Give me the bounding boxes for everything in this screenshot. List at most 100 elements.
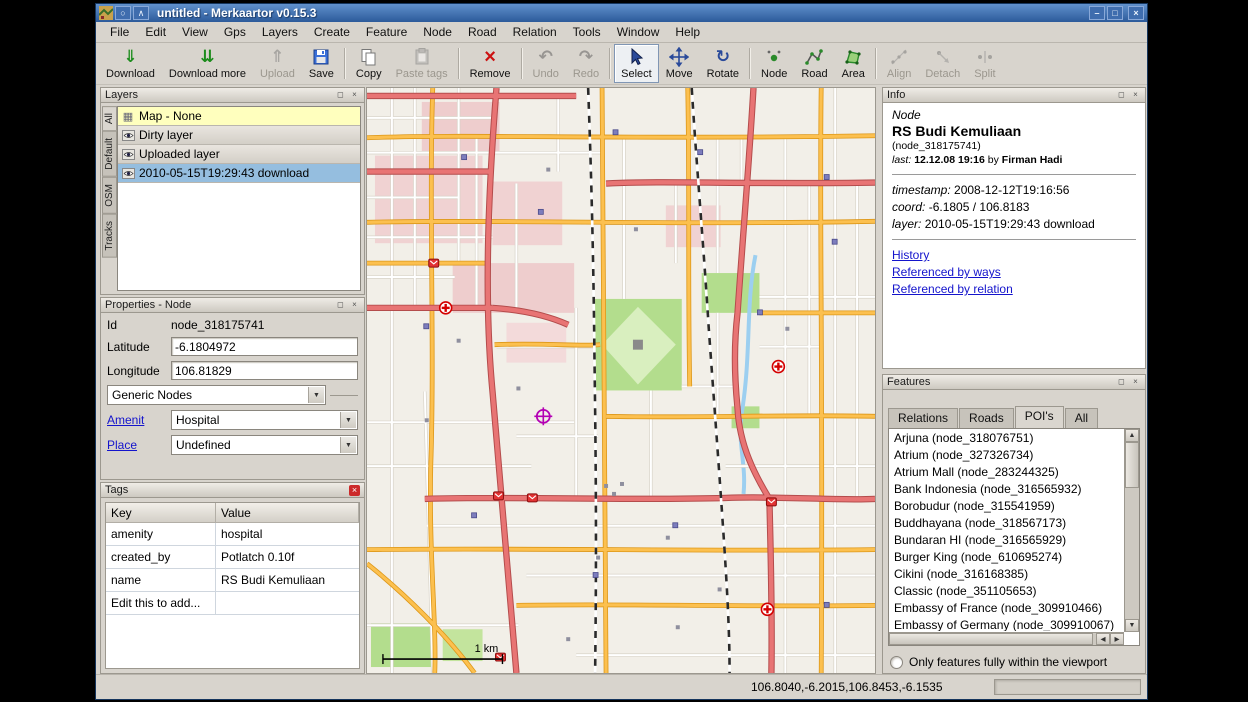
feature-list-item[interactable]: Cikini (node_316168385): [890, 566, 1123, 583]
visibility-eye-icon[interactable]: [121, 168, 135, 179]
scroll-right-icon[interactable]: [1110, 633, 1124, 645]
tags-row[interactable]: Edit this to add...: [106, 592, 359, 615]
layers-tab-osm[interactable]: OSM: [102, 177, 117, 214]
toolbar-move-button[interactable]: Move: [659, 44, 700, 83]
map-canvas[interactable]: 1 km: [367, 88, 875, 673]
tag-key-cell[interactable]: amenity: [106, 523, 216, 545]
amenity-select[interactable]: Hospital: [171, 410, 358, 430]
viewport-filter-checkbox[interactable]: [890, 656, 903, 669]
close-button[interactable]: [1128, 6, 1144, 20]
layers-header[interactable]: Layers: [100, 87, 365, 103]
menu-item-feature[interactable]: Feature: [358, 23, 415, 41]
menu-item-layers[interactable]: Layers: [254, 23, 306, 41]
dock-close-icon[interactable]: [1130, 90, 1141, 101]
info-header[interactable]: Info: [882, 87, 1146, 103]
feature-list-item[interactable]: Bundaran HI (node_316565929): [890, 532, 1123, 549]
window-menu-button[interactable]: [115, 6, 131, 20]
visibility-eye-icon[interactable]: [121, 130, 135, 141]
features-header[interactable]: Features: [882, 374, 1146, 390]
toolbar-road-button[interactable]: Road: [794, 44, 834, 83]
features-hscrollbar[interactable]: [889, 632, 1124, 645]
dock-close-icon[interactable]: [349, 300, 360, 311]
map-view[interactable]: 1 km: [366, 87, 876, 674]
feature-list-item[interactable]: Atrium Mall (node_283244325): [890, 464, 1123, 481]
hscrollbar-thumb[interactable]: [889, 633, 1093, 645]
tags-row[interactable]: nameRS Budi Kemuliaan: [106, 569, 359, 592]
menu-item-file[interactable]: File: [102, 23, 137, 41]
feature-list-item[interactable]: Classic (node_351105653): [890, 583, 1123, 600]
vscrollbar-thumb[interactable]: [1125, 442, 1139, 488]
features-tab-all[interactable]: All: [1065, 408, 1098, 428]
amenity-link[interactable]: Amenit: [107, 413, 171, 427]
tag-value-cell[interactable]: hospital: [216, 523, 359, 545]
feature-list-item[interactable]: Atrium (node_327326734): [890, 447, 1123, 464]
dock-float-icon[interactable]: [1116, 377, 1127, 388]
layers-tab-all[interactable]: All: [102, 106, 117, 131]
latitude-input[interactable]: [171, 337, 358, 356]
toolbar-download-more-button[interactable]: ⇊Download more: [162, 44, 253, 83]
toolbar-rotate-button[interactable]: ↻Rotate: [700, 44, 746, 83]
tag-key-cell[interactable]: Edit this to add...: [106, 592, 216, 614]
scroll-up-icon[interactable]: [1125, 429, 1139, 442]
layer-item[interactable]: 2010-05-15T19:29:43 download: [118, 164, 360, 183]
feature-list-item[interactable]: Borobudur (node_315541959): [890, 498, 1123, 515]
tags-column-header[interactable]: Key: [106, 503, 216, 523]
dock-float-icon[interactable]: [335, 300, 346, 311]
features-tab-roads[interactable]: Roads: [959, 408, 1014, 428]
feature-list-item[interactable]: Arjuna (node_318076751): [890, 430, 1123, 447]
properties-header[interactable]: Properties - Node: [100, 297, 365, 313]
dock-close-icon[interactable]: [1130, 377, 1141, 388]
tags-row[interactable]: amenityhospital: [106, 523, 359, 546]
layer-item[interactable]: Dirty layer: [118, 126, 360, 145]
toolbar-node-button[interactable]: Node: [754, 44, 794, 83]
longitude-input[interactable]: [171, 361, 358, 380]
layer-item[interactable]: ▦Map - None: [118, 107, 360, 126]
toolbar-copy-button[interactable]: Copy: [349, 44, 389, 83]
feature-list-item[interactable]: Burger King (node_610695274): [890, 549, 1123, 566]
menu-item-tools[interactable]: Tools: [565, 23, 609, 41]
tag-key-cell[interactable]: name: [106, 569, 216, 591]
feature-list-item[interactable]: Bank Indonesia (node_316565932): [890, 481, 1123, 498]
tag-value-cell[interactable]: Potlatch 0.10f: [216, 546, 359, 568]
map-layer-icon[interactable]: ▦: [121, 110, 135, 123]
toolbar-remove-button[interactable]: ×Remove: [463, 44, 518, 83]
info-link-referenced-by-ways[interactable]: Referenced by ways: [892, 265, 1001, 279]
layers-tab-default[interactable]: Default: [102, 131, 117, 177]
menu-item-relation[interactable]: Relation: [505, 23, 565, 41]
menu-item-window[interactable]: Window: [609, 23, 668, 41]
dock-float-icon[interactable]: [335, 90, 346, 101]
layer-item[interactable]: Uploaded layer: [118, 145, 360, 164]
tag-value-cell[interactable]: RS Budi Kemuliaan: [216, 569, 359, 591]
features-vscrollbar[interactable]: [1124, 429, 1139, 632]
toolbar-download-button[interactable]: ⇓Download: [99, 44, 162, 83]
feature-list-item[interactable]: Embassy of France (node_309910466): [890, 600, 1123, 617]
tag-key-cell[interactable]: created_by: [106, 546, 216, 568]
node-type-select[interactable]: Generic Nodes: [107, 385, 326, 405]
dock-close-icon[interactable]: [349, 90, 360, 101]
tags-column-header[interactable]: Value: [216, 503, 359, 523]
tag-value-cell[interactable]: [216, 592, 359, 614]
layers-tab-tracks[interactable]: Tracks: [102, 214, 117, 258]
scroll-left-icon[interactable]: [1096, 633, 1110, 645]
features-tab-relations[interactable]: Relations: [888, 408, 958, 428]
minimize-button[interactable]: [1089, 6, 1105, 20]
place-select[interactable]: Undefined: [171, 435, 358, 455]
tags-row[interactable]: created_byPotlatch 0.10f: [106, 546, 359, 569]
features-tab-pois[interactable]: POI's: [1015, 406, 1064, 428]
info-link-history[interactable]: History: [892, 248, 929, 262]
toolbar-save-button[interactable]: Save: [302, 44, 341, 83]
place-link[interactable]: Place: [107, 438, 171, 452]
scroll-down-icon[interactable]: [1125, 619, 1139, 632]
feature-list-item[interactable]: Buddhayana (node_318567173): [890, 515, 1123, 532]
toolbar-select-button[interactable]: Select: [614, 44, 659, 83]
menu-item-help[interactable]: Help: [667, 23, 708, 41]
menu-item-edit[interactable]: Edit: [137, 23, 174, 41]
menu-item-node[interactable]: Node: [415, 23, 460, 41]
visibility-eye-icon[interactable]: [121, 149, 135, 160]
menu-item-create[interactable]: Create: [306, 23, 358, 41]
toolbar-area-button[interactable]: Area: [835, 44, 872, 83]
dock-float-icon[interactable]: [1116, 90, 1127, 101]
menu-item-view[interactable]: View: [174, 23, 216, 41]
info-link-referenced-by-relation[interactable]: Referenced by relation: [892, 282, 1013, 296]
tags-header[interactable]: Tags: [100, 482, 365, 498]
